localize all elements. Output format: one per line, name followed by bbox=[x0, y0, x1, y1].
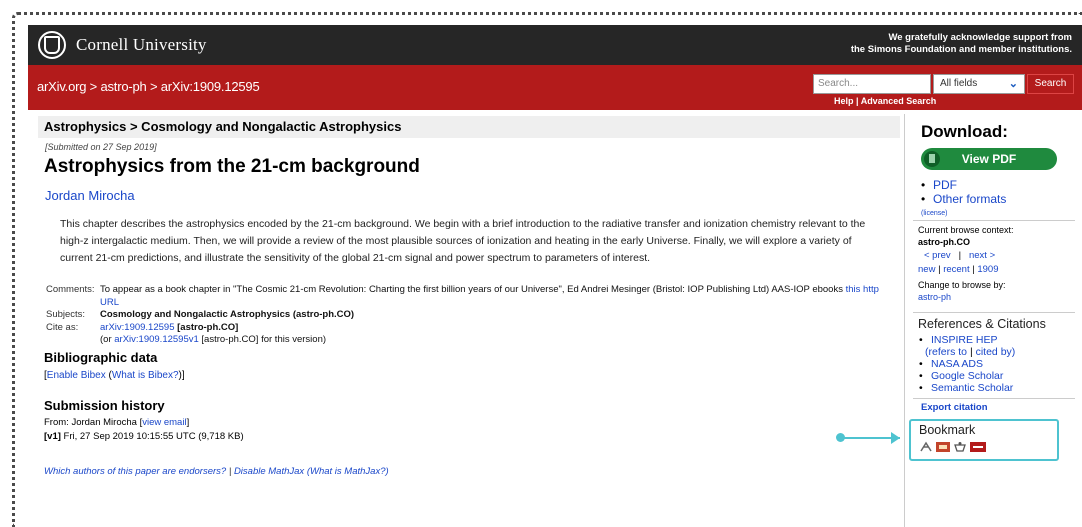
pipe: | bbox=[972, 263, 975, 275]
field-select-value: All fields bbox=[940, 78, 978, 89]
next-link[interactable]: next > bbox=[969, 250, 995, 261]
browse-context-label: Current browse context: bbox=[918, 225, 1014, 235]
version-label[interactable]: [v1] bbox=[44, 431, 61, 442]
chevron-down-icon: ⌄ bbox=[1008, 78, 1018, 90]
delicious-icon[interactable] bbox=[953, 441, 967, 453]
metadata-table: Comments: To appear as a book chapter in… bbox=[46, 284, 900, 347]
bibex-row: [Enable Bibex (What is Bibex?)] bbox=[44, 370, 185, 381]
year-link[interactable]: 1909 bbox=[977, 264, 998, 275]
divider bbox=[913, 398, 1075, 399]
prev-link[interactable]: < prev bbox=[924, 250, 951, 261]
submitted-date: [Submitted on 27 Sep 2019] bbox=[45, 142, 157, 152]
divider bbox=[913, 312, 1075, 313]
pipe: | bbox=[969, 346, 973, 358]
search-button[interactable]: Search bbox=[1027, 74, 1074, 94]
bookmark-icons bbox=[919, 441, 986, 453]
endorsers-link[interactable]: Which authors of this paper are endorser… bbox=[44, 466, 226, 477]
comments-text: To appear as a book chapter in "The Cosm… bbox=[99, 284, 843, 295]
cite-version-tag: [astro-ph.CO] for this version) bbox=[201, 334, 327, 345]
license-link[interactable]: (license) bbox=[921, 208, 947, 220]
view-pdf-button[interactable]: View PDF bbox=[921, 148, 1057, 170]
author-link[interactable]: Jordan Mirocha bbox=[45, 188, 135, 203]
bibliographic-heading: Bibliographic data bbox=[44, 350, 158, 365]
support-line-1: We gratefully acknowledge support from bbox=[888, 32, 1072, 43]
references-heading: References & Citations bbox=[918, 317, 1046, 331]
download-formats-list: • PDF • Other formats bbox=[921, 178, 1007, 206]
bibsonomy-icon[interactable] bbox=[919, 441, 933, 453]
arxiv-nav-bar: arXiv.org > astro-ph > arXiv:1909.12595 … bbox=[28, 65, 1082, 110]
astro-ph-link[interactable]: astro-ph bbox=[918, 292, 1014, 304]
simons-acknowledgement[interactable]: We gratefully acknowledge support from t… bbox=[851, 32, 1072, 56]
google-scholar-link[interactable]: Google Scholar bbox=[931, 370, 1003, 382]
refers-to-link[interactable]: (refers to bbox=[925, 346, 967, 358]
comments-label: Comments: bbox=[46, 284, 95, 295]
from-label: From: Jordan Mirocha bbox=[44, 417, 137, 428]
pipe: | bbox=[958, 250, 962, 261]
new-link[interactable]: new bbox=[918, 264, 935, 275]
enable-bibex-link[interactable]: Enable Bibex bbox=[47, 370, 106, 381]
abstract-page: Astrophysics > Cosmology and Nongalactic… bbox=[28, 110, 900, 527]
link-separator: | bbox=[226, 466, 234, 477]
cited-by-link[interactable]: cited by) bbox=[976, 346, 1016, 358]
arxiv-version-link[interactable]: arXiv:1909.12595v1 bbox=[114, 334, 199, 345]
bookmark-panel: Bookmark bbox=[909, 419, 1059, 461]
nasa-ads-link[interactable]: NASA ADS bbox=[931, 358, 983, 370]
field-select[interactable]: All fields ⌄ bbox=[933, 74, 1025, 94]
breadcrumb[interactable]: arXiv.org > astro-ph > arXiv:1909.12595 bbox=[37, 79, 260, 94]
cornell-header: Cornell University We gratefully acknowl… bbox=[28, 25, 1082, 65]
search-input[interactable]: Search... bbox=[813, 74, 931, 94]
from-row: From: Jordan Mirocha [view email] bbox=[44, 417, 189, 428]
references-list: • INSPIRE HEP (refers to | cited by) • NAS… bbox=[919, 334, 1016, 394]
paper-title: Astrophysics from the 21-cm background bbox=[44, 156, 420, 177]
semantic-scholar-link[interactable]: Semantic Scholar bbox=[931, 382, 1013, 394]
version-row: [v1] Fri, 27 Sep 2019 10:15:55 UTC (9,71… bbox=[44, 431, 244, 442]
extra-services-sidebar: Download: View PDF • PDF • Other formats (… bbox=[904, 114, 1078, 527]
view-pdf-label: View PDF bbox=[961, 152, 1017, 166]
version-detail: Fri, 27 Sep 2019 10:15:55 UTC (9,718 KB) bbox=[63, 431, 244, 442]
bracket-close: )] bbox=[178, 370, 185, 381]
cornell-seal-icon[interactable] bbox=[38, 31, 66, 59]
what-is-mathjax-link[interactable]: (What is MathJax?) bbox=[307, 466, 389, 477]
subjects-label: Subjects: bbox=[46, 309, 86, 320]
inspire-hep-link[interactable]: INSPIRE HEP bbox=[931, 334, 998, 346]
callout-arrow-icon bbox=[891, 432, 900, 444]
subjects-value: Cosmology and Nongalactic Astrophysics (… bbox=[100, 309, 355, 320]
connotea-icon[interactable] bbox=[936, 441, 950, 453]
support-line-2: the Simons Foundation and member institu… bbox=[850, 44, 1072, 55]
cite-as-label: Cite as: bbox=[46, 321, 79, 333]
pdf-link[interactable]: PDF bbox=[933, 178, 957, 192]
abstract-text: This chapter describes the astrophysics … bbox=[60, 218, 866, 264]
divider bbox=[913, 220, 1075, 221]
help-advanced-search-links[interactable]: Help | Advanced Search bbox=[834, 96, 936, 106]
recent-link[interactable]: recent bbox=[943, 264, 969, 275]
submission-history-heading: Submission history bbox=[44, 398, 165, 413]
what-is-bibex-link[interactable]: What is Bibex? bbox=[112, 370, 179, 381]
disable-mathjax-link[interactable]: Disable MathJax bbox=[234, 466, 304, 477]
other-formats-link[interactable]: Other formats bbox=[933, 192, 1006, 206]
cite-category: [astro-ph.CO] bbox=[177, 321, 239, 333]
footer-links: Which authors of this paper are endorser… bbox=[44, 466, 389, 477]
download-heading: Download: bbox=[921, 122, 1008, 141]
browse-context-block: Current browse context: astro-ph.CO < pr… bbox=[918, 225, 1014, 303]
pipe: | bbox=[938, 263, 941, 275]
reddit-icon[interactable] bbox=[970, 441, 986, 453]
view-bracket-close: ] bbox=[186, 417, 190, 428]
view-email-link[interactable]: view email bbox=[142, 417, 186, 428]
pdf-file-icon bbox=[924, 151, 940, 167]
subject-header: Astrophysics > Cosmology and Nongalactic… bbox=[38, 116, 900, 138]
arxiv-id-link[interactable]: arXiv:1909.12595 bbox=[100, 322, 174, 333]
export-citation-link[interactable]: Export citation bbox=[921, 402, 988, 413]
browse-context-value: astro-ph.CO bbox=[918, 236, 971, 247]
cornell-university-link[interactable]: Cornell University bbox=[76, 35, 207, 55]
cite-or: (or bbox=[100, 334, 112, 345]
change-browse-label: Change to browse by: bbox=[918, 280, 1006, 290]
bookmark-heading: Bookmark bbox=[919, 423, 976, 437]
